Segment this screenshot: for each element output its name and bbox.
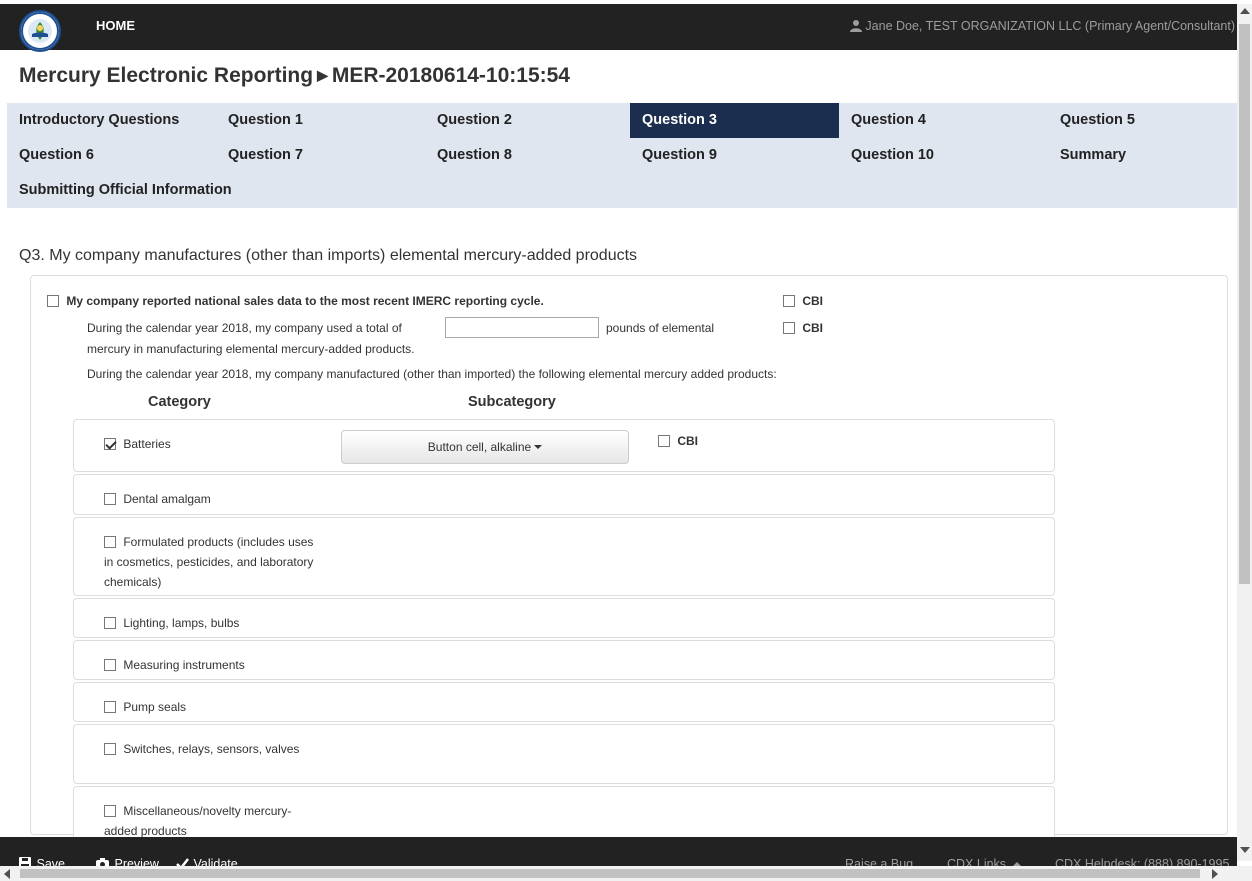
category-label: Switches, relays, sensors, valves — [123, 742, 300, 756]
subcategory-selected: Button cell, alkaline — [427, 440, 532, 454]
nav-item-question-10[interactable]: Question 10 — [839, 138, 1048, 173]
category-label: Lighting, lamps, bulbs — [123, 616, 240, 630]
page-title-id: MER-20180614-10:15:54 — [331, 64, 570, 87]
scroll-left-arrow-icon[interactable] — [4, 869, 10, 879]
category-label: Batteries — [123, 437, 171, 451]
breadcrumb-arrow-icon: ▶ — [317, 67, 328, 83]
nav-item-question-3[interactable]: Question 3 — [630, 103, 839, 138]
scrollbar-thumb[interactable] — [20, 869, 1200, 878]
category-header: Category — [148, 394, 211, 410]
mercury-used-text-line2: mercury in manufacturing elemental mercu… — [87, 342, 415, 356]
category-row-lighting: Lighting, lamps, bulbs — [73, 598, 1055, 638]
category-checkbox[interactable] — [104, 617, 116, 629]
category-row-pump-seals: Pump seals — [73, 682, 1055, 722]
cbi-label: CBI — [802, 321, 824, 335]
nav-item-question-5[interactable]: Question 5 — [1048, 103, 1237, 138]
category-checkbox[interactable] — [104, 536, 116, 548]
cbi-checkbox[interactable] — [783, 295, 795, 307]
scroll-right-arrow-icon[interactable] — [1212, 869, 1218, 879]
category-item[interactable]: Formulated products (includes uses in co… — [104, 532, 319, 592]
national-sales-label: My company reported national sales data … — [66, 294, 544, 308]
category-item[interactable]: Miscellaneous/novelty mercury-added prod… — [104, 801, 294, 841]
category-row-batteries: Batteries Button cell, alkaline CBI — [73, 419, 1055, 472]
nav-item-question-9[interactable]: Question 9 — [630, 138, 839, 173]
nav-item-introductory-questions[interactable]: Introductory Questions — [7, 103, 216, 138]
category-label: Dental amalgam — [123, 492, 211, 506]
scroll-down-arrow-icon[interactable] — [1240, 847, 1250, 853]
scroll-up-arrow-icon[interactable] — [1240, 8, 1250, 14]
page-title-main: Mercury Electronic Reporting — [19, 64, 314, 87]
vertical-scrollbar[interactable] — [1237, 4, 1252, 861]
nav-item-question-1[interactable]: Question 1 — [216, 103, 425, 138]
caret-down-icon — [534, 445, 543, 449]
user-icon — [850, 20, 863, 32]
nav-item-question-6[interactable]: Question 6 — [7, 138, 216, 173]
scrollbar-thumb[interactable] — [1239, 24, 1250, 584]
mercury-used-text-after: pounds of elemental — [606, 321, 715, 335]
cbi-mercury-used[interactable]: CBI — [783, 321, 823, 335]
cbi-national-sales[interactable]: CBI — [783, 294, 823, 308]
cbi-batteries[interactable]: CBI — [658, 434, 698, 448]
category-label: Formulated products (includes uses in co… — [104, 535, 314, 589]
user-label: Jane Doe, TEST ORGANIZATION LLC (Primary… — [865, 19, 1235, 33]
cbi-checkbox[interactable] — [783, 322, 795, 334]
category-checkbox[interactable] — [104, 438, 116, 450]
top-navbar: HOME Jane Doe, TEST ORGANIZATION LLC (Pr… — [0, 4, 1237, 52]
category-row-measuring-instruments: Measuring instruments — [73, 640, 1055, 680]
national-sales-checkbox[interactable] — [47, 295, 59, 307]
question-heading: Q3. My company manufactures (other than … — [19, 247, 638, 264]
manufactured-text: During the calendar year 2018, my compan… — [87, 367, 777, 381]
cbi-label: CBI — [677, 434, 699, 448]
subcategory-dropdown[interactable]: Button cell, alkaline — [341, 430, 629, 464]
nav-item-question-4[interactable]: Question 4 — [839, 103, 1048, 138]
national-sales-row[interactable]: My company reported national sales data … — [47, 294, 544, 308]
epa-seal-icon[interactable] — [19, 10, 61, 52]
nav-item-question-8[interactable]: Question 8 — [425, 138, 630, 173]
mercury-pounds-input[interactable] — [445, 317, 599, 338]
category-item[interactable]: Pump seals — [104, 697, 319, 717]
nav-item-submitting-official-information[interactable]: Submitting Official Information — [7, 173, 267, 208]
category-checkbox[interactable] — [104, 701, 116, 713]
category-checkbox[interactable] — [104, 743, 116, 755]
question-navigation: Introductory Questions Question 1 Questi… — [7, 103, 1237, 208]
category-item[interactable]: Switches, relays, sensors, valves — [104, 739, 304, 759]
category-item[interactable]: Lighting, lamps, bulbs — [104, 613, 319, 633]
home-link[interactable]: HOME — [96, 18, 135, 33]
category-checkbox[interactable] — [104, 805, 116, 817]
category-checkbox[interactable] — [104, 659, 116, 671]
category-item[interactable]: Batteries — [104, 434, 319, 454]
horizontal-scrollbar[interactable] — [0, 866, 1252, 881]
mercury-used-text: During the calendar year 2018, my compan… — [87, 321, 402, 335]
category-label: Pump seals — [123, 700, 187, 714]
cbi-checkbox[interactable] — [658, 435, 670, 447]
subcategory-header: Subcategory — [468, 394, 556, 410]
category-item[interactable]: Measuring instruments — [104, 655, 319, 675]
category-row-formulated-products: Formulated products (includes uses in co… — [73, 517, 1055, 596]
nav-item-question-2[interactable]: Question 2 — [425, 103, 630, 138]
category-row-switches: Switches, relays, sensors, valves — [73, 724, 1055, 784]
page-title: Mercury Electronic Reporting ▶ MER-2018061… — [19, 64, 570, 88]
nav-item-summary[interactable]: Summary — [1048, 138, 1237, 173]
cbi-label: CBI — [802, 294, 824, 308]
nav-item-question-7[interactable]: Question 7 — [216, 138, 425, 173]
category-checkbox[interactable] — [104, 493, 116, 505]
category-label: Miscellaneous/novelty mercury-added prod… — [104, 804, 292, 838]
user-menu[interactable]: Jane Doe, TEST ORGANIZATION LLC (Primary… — [850, 19, 1235, 33]
category-item[interactable]: Dental amalgam — [104, 489, 319, 509]
category-row-dental-amalgam: Dental amalgam — [73, 474, 1055, 515]
category-label: Measuring instruments — [123, 658, 245, 672]
